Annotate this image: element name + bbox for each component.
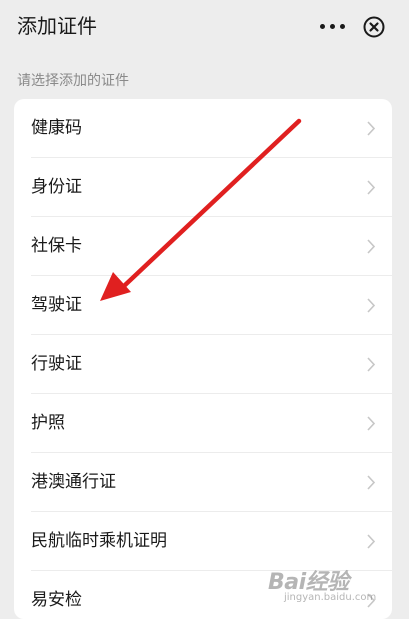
list-item-social-security-card[interactable]: 社保卡 xyxy=(14,217,392,276)
list-item-label: 健康码 xyxy=(31,118,82,138)
list-item-easy-security-check[interactable]: 易安检 xyxy=(14,571,392,619)
certificate-list: 健康码 身份证 社保卡 驾驶证 行驶证 护照 港澳通行证 民航临时乘机证明 易安 xyxy=(14,99,392,619)
list-item-hk-macau-permit[interactable]: 港澳通行证 xyxy=(14,453,392,512)
chevron-right-icon xyxy=(367,475,376,490)
list-item-label: 社保卡 xyxy=(31,236,82,256)
list-item-label: 驾驶证 xyxy=(31,295,82,315)
more-dot-icon xyxy=(329,23,335,29)
header-bar: 添加证件 xyxy=(0,0,409,52)
chevron-right-icon xyxy=(367,534,376,549)
chevron-right-icon xyxy=(367,239,376,254)
list-item-driver-license[interactable]: 驾驶证 xyxy=(14,276,392,335)
section-label: 请选择添加的证件 xyxy=(17,73,129,89)
more-dot-icon xyxy=(339,23,345,29)
list-item-label: 港澳通行证 xyxy=(31,472,116,492)
chevron-right-icon xyxy=(367,357,376,372)
close-icon[interactable] xyxy=(363,16,385,38)
page-title: 添加证件 xyxy=(17,14,97,38)
chevron-right-icon xyxy=(367,416,376,431)
list-item-temporary-boarding-certificate[interactable]: 民航临时乘机证明 xyxy=(14,512,392,571)
list-item-label: 易安检 xyxy=(31,590,82,610)
list-item-label: 护照 xyxy=(31,413,65,433)
chevron-right-icon xyxy=(367,298,376,313)
list-item-label: 身份证 xyxy=(31,177,82,197)
chevron-right-icon xyxy=(367,180,376,195)
list-item-health-code[interactable]: 健康码 xyxy=(14,99,392,158)
more-options-button[interactable] xyxy=(312,13,352,39)
chevron-right-icon xyxy=(367,121,376,136)
list-item-passport[interactable]: 护照 xyxy=(14,394,392,453)
list-item-label: 民航临时乘机证明 xyxy=(31,531,167,551)
more-dot-icon xyxy=(319,23,325,29)
chevron-right-icon xyxy=(367,593,376,608)
list-item-id-card[interactable]: 身份证 xyxy=(14,158,392,217)
list-item-label: 行驶证 xyxy=(31,354,82,374)
list-item-vehicle-license[interactable]: 行驶证 xyxy=(14,335,392,394)
